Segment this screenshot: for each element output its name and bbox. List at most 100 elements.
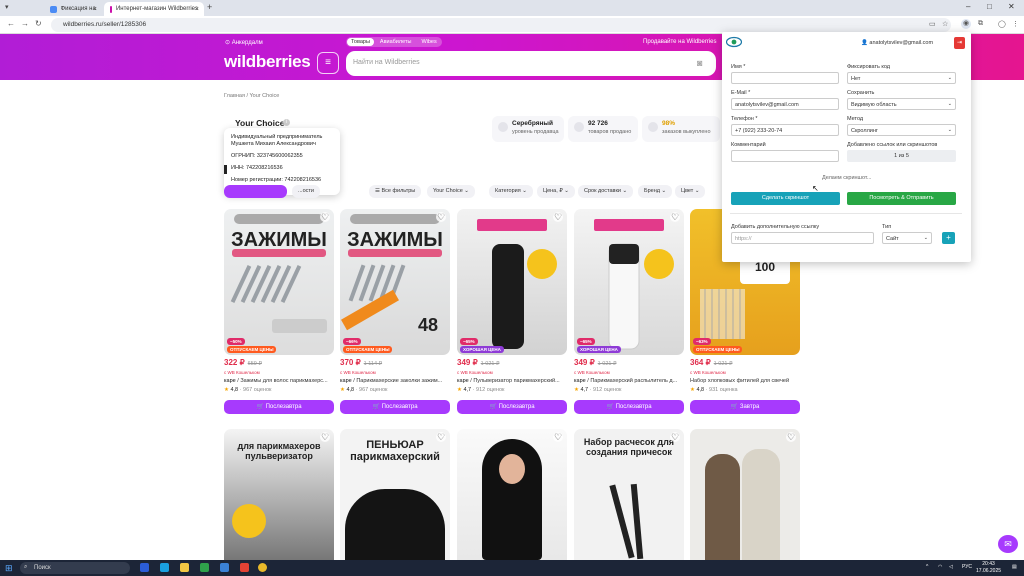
close-window-icon[interactable]: ✕ [1008, 2, 1015, 11]
filter-all[interactable]: ☰ Все фильтры [369, 185, 422, 198]
search-input[interactable]: Найти на Wildberries [346, 51, 716, 76]
product-image[interactable]: ♡ −65% ХОРОШАЯ ЦЕНА [574, 209, 684, 355]
camera-search-icon[interactable]: ◙ [697, 58, 702, 68]
add-to-cart-button[interactable]: 🛒 Послезавтра [574, 400, 684, 414]
product-title[interactable]: Набор хлопковых фитилей для свечей [690, 378, 800, 384]
app-icon[interactable] [220, 563, 229, 572]
filter-delivery[interactable]: Срок доставки ⌄ [578, 185, 634, 198]
add-to-cart-button[interactable]: 🛒 Послезавтра [340, 400, 450, 414]
profile-icon[interactable]: ◯ [998, 20, 1006, 28]
product-image[interactable]: ЗАЖИМЫ ♡ −50% ОТПУСКАЕМ ЦЕНЫ [224, 209, 334, 355]
preview-send-button[interactable]: Посмотреть & Отправить [847, 192, 956, 205]
name-field[interactable] [731, 72, 839, 84]
add-to-cart-button[interactable]: 🛒 Послезавтра [457, 400, 567, 414]
yandex-icon[interactable] [240, 563, 249, 572]
take-screenshot-button[interactable]: Сделать скриншот [731, 192, 840, 205]
favorite-heart-icon[interactable]: ♡ [320, 432, 330, 442]
logout-icon[interactable]: ⇥ [954, 37, 965, 49]
tab-avia[interactable]: Авиабилеты [376, 38, 416, 46]
bookmark-star-icon[interactable]: ☆ [942, 20, 948, 28]
add-link-input[interactable]: https:// [731, 232, 874, 244]
fix-code-select[interactable]: Нет ⌄ [847, 72, 956, 84]
add-link-button[interactable]: + [942, 232, 955, 244]
wb-logo[interactable]: wildberries [224, 52, 311, 72]
windows-start-icon[interactable]: ⊞ [5, 563, 13, 574]
favorite-heart-icon[interactable]: ♡ [670, 212, 680, 222]
favorite-heart-icon[interactable]: ♡ [670, 432, 680, 442]
favorite-heart-icon[interactable]: ♡ [436, 432, 446, 442]
extension-active-icon[interactable]: ◉ [961, 19, 971, 29]
filter-brand-seller[interactable]: Your Choice ⌄ [427, 185, 475, 198]
notification-icon[interactable]: ▤ [1012, 564, 1017, 570]
product-title[interactable]: карe / Парикмахерские заколки зажим... [340, 378, 450, 384]
burger-menu-icon[interactable]: ≡ [317, 52, 339, 74]
app-icon[interactable] [200, 563, 209, 572]
extensions-icon[interactable]: ⧉ [978, 20, 983, 28]
clock-time: 20:43 [982, 561, 995, 567]
product-image[interactable]: Набор расчесок для создания причесок ♡ [574, 429, 684, 560]
location-link[interactable]: ⊙ Анкердалм [225, 39, 263, 46]
explorer-icon[interactable] [180, 563, 189, 572]
product-image[interactable]: для парикмахеров пульверизатор ♡ [224, 429, 334, 560]
product-image[interactable]: ♡ [457, 429, 567, 560]
volume-icon[interactable]: ◁ [949, 564, 953, 570]
add-to-cart-button[interactable]: 🛒 Послезавтра [224, 400, 334, 414]
taskbar-search[interactable]: ⌕ Поиск [20, 562, 130, 574]
back-icon[interactable]: ← [7, 19, 15, 28]
email-field[interactable]: anatolytsvilev@gmail.com [731, 98, 839, 110]
favorite-heart-icon[interactable]: ♡ [320, 212, 330, 222]
maximize-icon[interactable]: □ [987, 2, 992, 11]
edge-icon[interactable] [160, 563, 169, 572]
tray-chevron-icon[interactable]: ^ [926, 564, 928, 570]
save-area-select[interactable]: Видимую область ⌄ [847, 98, 956, 110]
url-input[interactable]: wildberries.ru/seller/1285306 [51, 18, 951, 32]
favorite-heart-icon[interactable]: ♡ [436, 212, 446, 222]
favorite-heart-icon[interactable]: ♡ [553, 212, 563, 222]
wifi-icon[interactable]: ◠ [938, 564, 942, 570]
filter-color[interactable]: Цвет ⌄ [675, 185, 706, 198]
product-title[interactable]: карe / Зажимы для волос парикмахерс... [224, 378, 334, 384]
method-select[interactable]: Скроллинг ⌄ [847, 124, 956, 136]
task-view-icon[interactable] [140, 563, 149, 572]
comment-field[interactable] [731, 150, 839, 162]
install-icon[interactable]: ▭ [929, 20, 936, 28]
new-tab-icon[interactable]: + [207, 2, 212, 12]
select-value: Видимую область [851, 101, 897, 108]
browser-tab-1[interactable]: Фиксация нарушений в интернете × [44, 2, 102, 16]
filter-brand[interactable]: Бренд ⌄ [638, 185, 673, 198]
product-image[interactable]: ПЕНЬЮАР парикмахерский ♡ [340, 429, 450, 560]
add-to-cart-button[interactable]: 🛒 Завтра [690, 400, 800, 414]
language-indicator[interactable]: РУС [962, 564, 972, 570]
reload-icon[interactable]: ↻ [35, 19, 42, 28]
favorite-heart-icon[interactable]: ♡ [786, 432, 796, 442]
menu-kebab-icon[interactable]: ⋮ [1012, 20, 1019, 28]
product-image[interactable]: ♡ −65% ХОРОШАЯ ЦЕНА [457, 209, 567, 355]
product-image[interactable]: ♡ [690, 429, 800, 560]
tab-goods[interactable]: Товары [347, 38, 374, 46]
email-label: E-Mail * [731, 90, 751, 96]
forward-icon[interactable]: → [21, 19, 29, 28]
browser-tab-2[interactable]: Интернет-магазин Wildberries × [104, 2, 204, 16]
tab-search-icon[interactable]: ▾ [5, 3, 9, 11]
product-title[interactable]: карe / Пульверизатор парикмахерский... [457, 378, 567, 384]
filter-active[interactable] [224, 185, 287, 198]
product-image[interactable]: ЗАЖИМЫ 48 ♡ −66% ОТПУСКАЕМ ЦЕНЫ [340, 209, 450, 355]
phone-field[interactable]: +7 (922) 233-20-74 [731, 124, 839, 136]
tab-close-icon[interactable]: × [93, 6, 97, 13]
filter-popular[interactable]: ...ости [292, 185, 320, 198]
type-select[interactable]: Сайт ⌄ [882, 232, 932, 244]
clock[interactable]: 20:43 17.06.2025 [976, 561, 1001, 575]
tab-wibes[interactable]: Wibes [417, 38, 440, 46]
filter-category[interactable]: Категория ⌄ [489, 185, 533, 198]
percent-icon [648, 122, 658, 132]
chat-bubble-icon[interactable]: ✉ [998, 535, 1018, 553]
minimize-icon[interactable]: – [966, 2, 970, 11]
title-text: Парикмахерский распылитель д... [590, 378, 678, 384]
product-title[interactable]: карe / Парикмахерский распылитель д... [574, 378, 684, 384]
filter-price[interactable]: Цена, ₽ ⌄ [537, 185, 575, 198]
chrome-icon[interactable] [258, 563, 267, 572]
tab-close-icon[interactable]: × [195, 6, 199, 13]
info-icon[interactable]: i [283, 119, 290, 126]
sell-on-wb-link[interactable]: Продавайте на Wildberries [643, 39, 717, 45]
favorite-heart-icon[interactable]: ♡ [553, 432, 563, 442]
